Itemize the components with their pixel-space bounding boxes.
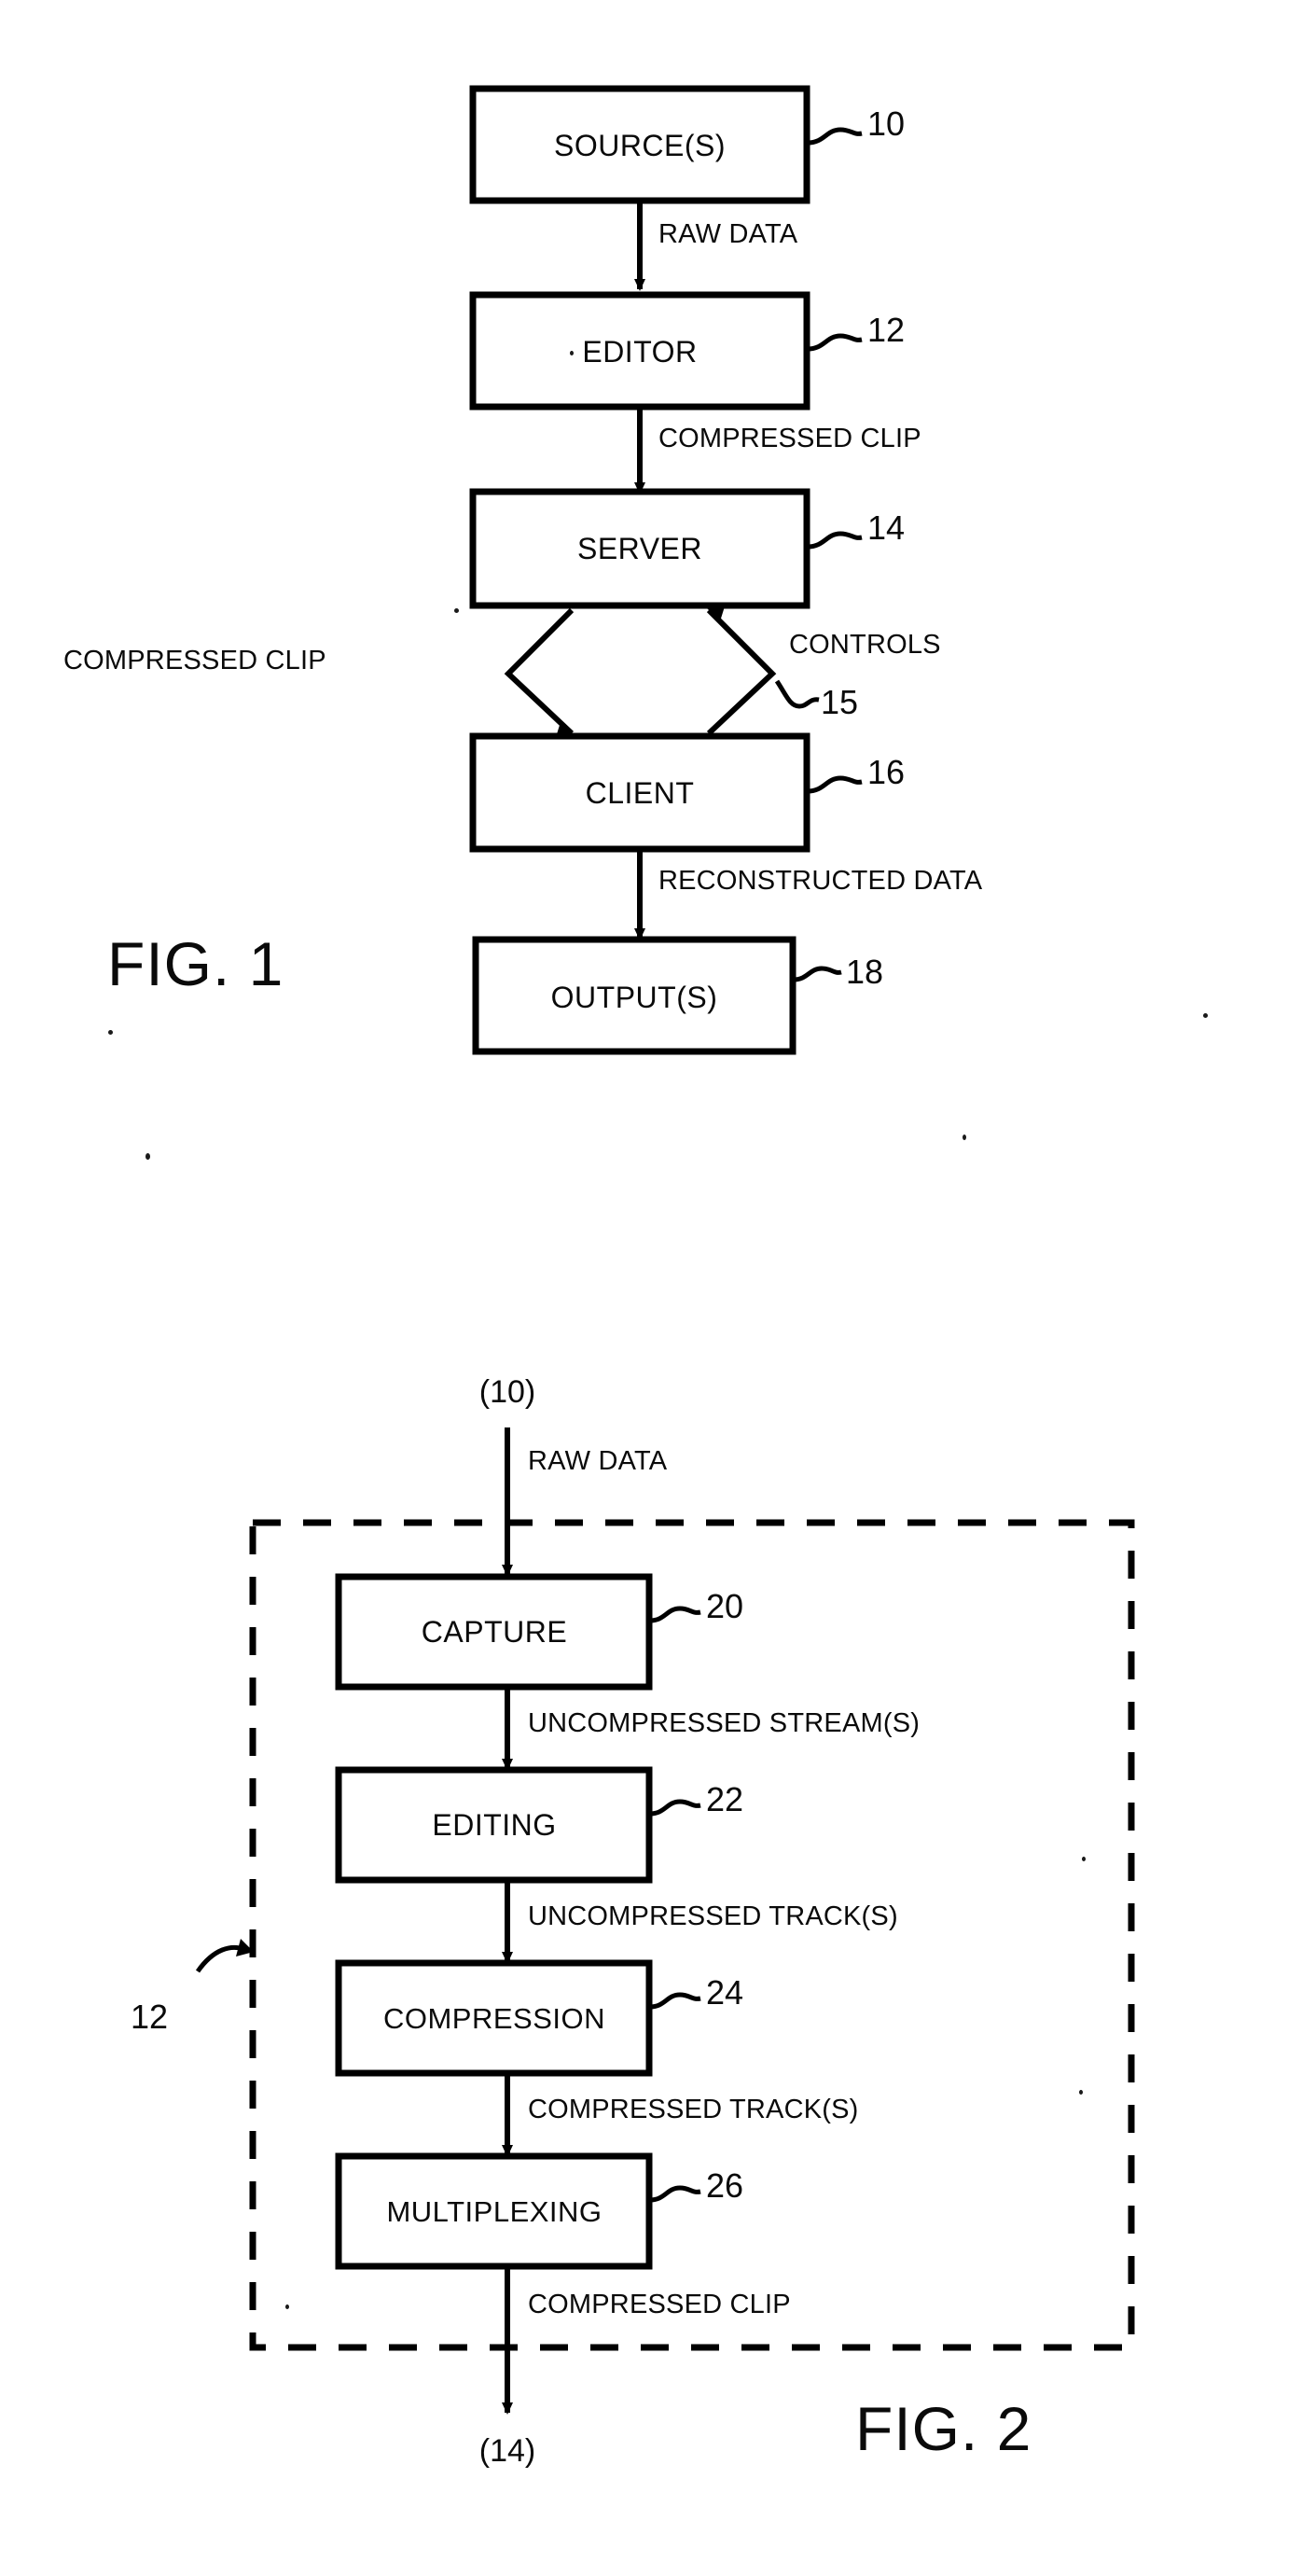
fig1-ref-outputs: 18	[846, 953, 884, 991]
fig1-leader-editor	[807, 333, 863, 352]
fig1-ref-link: 15	[821, 683, 859, 721]
fig2-flow-raw-data: RAW DATA	[528, 1446, 668, 1476]
fig1-leader-outputs	[793, 966, 842, 982]
fig1-ref-editor: 12	[867, 311, 906, 349]
fig1-title: FIG. 1	[107, 929, 284, 998]
fig2-flow-uncompressed-streams: UNCOMPRESSED STREAM(S)	[528, 1708, 921, 1738]
fig2-leader-compression	[649, 1992, 701, 2010]
fig1-block-label-editor: EDITOR	[582, 335, 698, 369]
scan-speck	[145, 1153, 150, 1160]
fig2-leader-capture	[649, 1606, 701, 1623]
fig2-flow-compressed-clip: COMPRESSED CLIP	[528, 2290, 791, 2319]
fig1-leader-sources	[807, 127, 863, 146]
fig2-block-label-compression: COMPRESSION	[382, 2002, 606, 2035]
scan-speck	[1079, 2090, 1083, 2095]
fig1-block-label-server: SERVER	[576, 532, 703, 565]
fig2-output-ref: (14)	[478, 2433, 536, 2469]
fig1-link-right-path	[706, 607, 777, 736]
fig1-leader-link	[774, 679, 820, 709]
scan-speck	[570, 351, 574, 355]
scan-speck	[108, 1030, 113, 1035]
fig2-leader-editing	[649, 1799, 701, 1817]
fig1-flow-compressed-clip-server-client: COMPRESSED CLIP	[63, 646, 326, 675]
fig2-title: FIG. 2	[855, 2394, 1032, 2463]
fig2-input-ref: (10)	[478, 1374, 536, 1410]
fig2-ref-editing: 22	[706, 1780, 744, 1818]
scan-speck	[963, 1135, 966, 1140]
scan-speck	[1203, 1013, 1208, 1018]
fig2-leader-multiplexing	[649, 2185, 701, 2203]
fig2-block-label-multiplexing: MULTIPLEXING	[386, 2195, 603, 2228]
fig1-flow-raw-data: RAW DATA	[658, 219, 798, 249]
fig2-ref-enclosure: 12	[131, 1998, 169, 2036]
fig2-ref-capture: 20	[706, 1587, 744, 1625]
fig1-ref-server: 14	[867, 508, 906, 547]
drawing-vector-layer	[195, 85, 1135, 2415]
fig2-ref-compression: 24	[706, 1973, 744, 2012]
fig1-flow-controls: CONTROLS	[789, 630, 941, 660]
fig1-leader-client	[807, 775, 863, 794]
fig1-block-label-client: CLIENT	[585, 776, 695, 810]
fig2-block-label-editing: EDITING	[432, 1808, 557, 1842]
fig2-flow-compressed-tracks: COMPRESSED TRACK(S)	[528, 2095, 859, 2124]
fig1-block-label-outputs: OUTPUT(S)	[550, 981, 718, 1014]
fig1-block-label-sources: SOURCE(S)	[553, 129, 727, 162]
fig1-ref-client: 16	[867, 753, 906, 791]
fig2-flow-uncompressed-tracks: UNCOMPRESSED TRACK(S)	[528, 1901, 898, 1931]
fig2-block-label-capture: CAPTURE	[421, 1615, 568, 1649]
fig1-flow-compressed-clip-editor-server: COMPRESSED CLIP	[658, 424, 921, 453]
scan-speck	[285, 2304, 289, 2309]
fig2-ref-multiplexing: 26	[706, 2166, 744, 2205]
fig1-link-left-path	[504, 607, 575, 736]
patent-drawing-sheet: SOURCE(S) 10 RAW DATA EDITOR 12 COMPRESS…	[0, 0, 1302, 2576]
fig1-leader-server	[807, 531, 863, 550]
fig1-flow-reconstructed-data: RECONSTRUCTED DATA	[658, 866, 983, 896]
fig1-ref-sources: 10	[867, 104, 906, 143]
scan-speck	[454, 608, 459, 613]
scan-speck	[1082, 1857, 1086, 1861]
